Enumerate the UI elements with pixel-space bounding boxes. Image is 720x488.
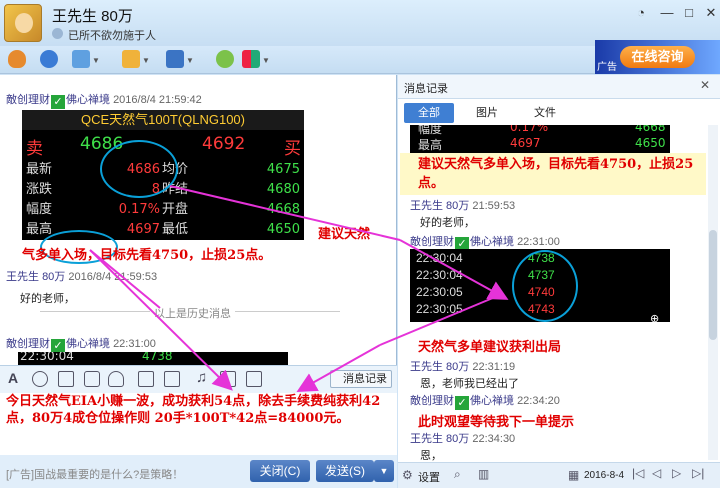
arrow-line: [169, 185, 401, 241]
arrow-line: [399, 239, 509, 300]
arrow-line: [89, 249, 233, 391]
arrow-line: [89, 249, 161, 309]
arrow-line: [379, 294, 501, 346]
arrow-line: [296, 344, 381, 392]
annotation-arrows: [89, 185, 509, 392]
